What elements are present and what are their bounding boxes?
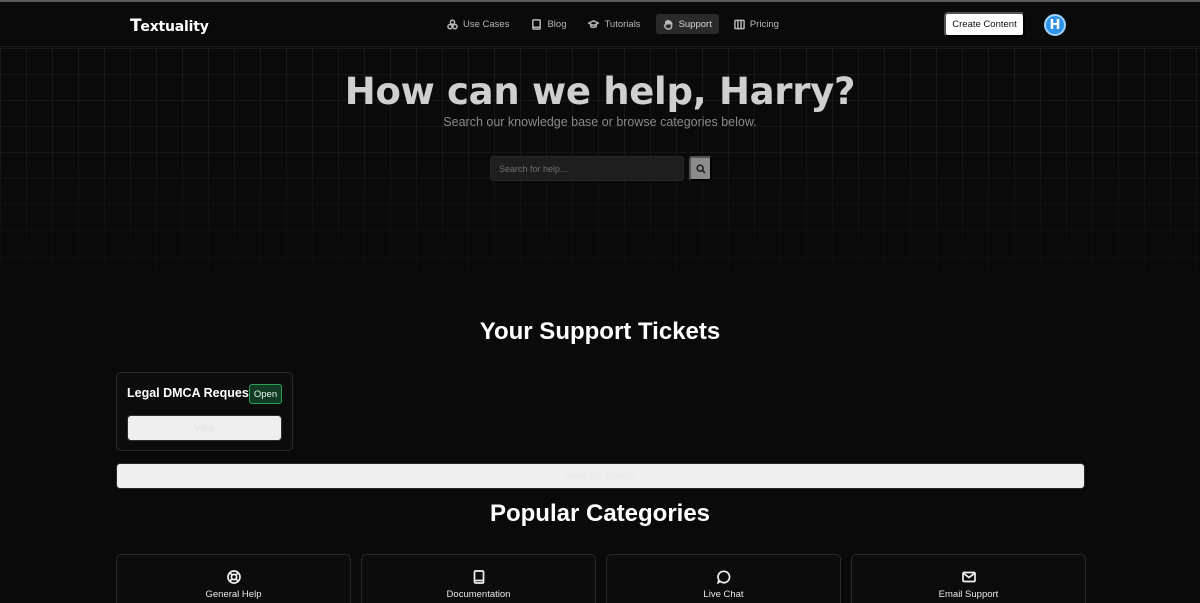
logo-mark: T <box>130 16 142 36</box>
nav-item-label: Pricing <box>749 18 779 30</box>
ticket-title: Legal DMCA Request <box>127 386 253 400</box>
logo[interactable]: Textuality <box>130 16 209 36</box>
page-subtitle: Search our knowledge base or browse cate… <box>443 115 757 129</box>
nav-item-label: Support <box>678 18 712 30</box>
hand-icon <box>663 19 672 30</box>
book-icon <box>473 570 484 584</box>
page-title: How can we help, Harry? <box>344 70 856 113</box>
nav-item-label: Blog <box>547 18 567 30</box>
main-nav: Use Cases Blog Tutorials Support Pricing <box>440 14 786 34</box>
graduation-cap-icon <box>588 19 600 28</box>
logo-text: extuality <box>140 19 209 35</box>
status-badge: Open <box>249 384 282 404</box>
search-button[interactable] <box>689 156 712 181</box>
category-documentation[interactable]: Documentation <box>361 554 596 603</box>
nav-item-support[interactable]: Support <box>655 14 719 34</box>
book-icon <box>532 18 542 30</box>
navbar: Textuality Use Cases Blog Tutorials Supp… <box>0 2 1200 47</box>
cases-icon <box>447 18 458 29</box>
tickets-heading: Your Support Tickets <box>479 318 721 345</box>
chat-bubble-icon <box>716 570 730 584</box>
nav-item-blog[interactable]: Blog <box>524 14 573 34</box>
category-label: Live Chat <box>703 589 744 600</box>
category-email-support[interactable]: Email Support <box>851 554 1086 603</box>
nav-item-label: Tutorials <box>604 18 641 30</box>
lifebuoy-icon <box>226 570 241 584</box>
category-label: Email Support <box>938 589 999 600</box>
create-content-button[interactable]: Create Content <box>944 12 1025 37</box>
category-label: Documentation <box>446 589 511 600</box>
view-all-tickets-button[interactable]: View All Tickets <box>116 463 1085 489</box>
nav-item-label: Use Cases <box>463 18 510 30</box>
mail-icon <box>961 571 976 583</box>
category-label: General Help <box>205 589 262 600</box>
nav-item-use-cases[interactable]: Use Cases <box>440 14 516 34</box>
view-ticket-button[interactable]: View <box>127 415 282 441</box>
categories-heading: Popular Categories <box>489 500 711 527</box>
search-input[interactable] <box>490 156 684 181</box>
nav-item-tutorials[interactable]: Tutorials <box>581 14 647 34</box>
category-live-chat[interactable]: Live Chat <box>606 554 841 603</box>
ticket-card: Legal DMCA Request Open View <box>116 372 293 451</box>
columns-icon <box>734 19 745 29</box>
avatar[interactable]: H <box>1044 14 1066 36</box>
search-icon <box>695 163 706 174</box>
category-general-help[interactable]: General Help <box>116 554 351 603</box>
nav-item-pricing[interactable]: Pricing <box>727 14 786 34</box>
